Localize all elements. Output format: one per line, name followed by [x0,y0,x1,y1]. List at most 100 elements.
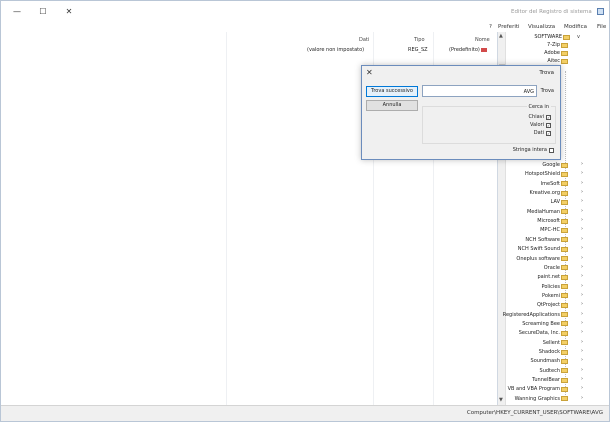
title-bar: ✕ ☐ — Editor del Registro di sistema [1,1,609,23]
value-name-default[interactable]: (Predefinito) [449,47,487,53]
folder-icon [561,181,568,187]
close-button[interactable]: ✕ [63,7,75,17]
cancel-button[interactable]: Annulla [366,100,418,111]
value-data: (valore non impostato) [307,47,365,53]
tree-item[interactable]: Microsoft [501,217,571,225]
chevron-right-icon[interactable]: › [581,395,583,401]
chevron-right-icon[interactable]: › [581,198,583,204]
chevron-right-icon[interactable]: › [581,208,583,214]
column-header-data[interactable]: Dati [359,37,369,43]
tree-item[interactable]: NCH Swift Sound [501,245,571,253]
chevron-right-icon[interactable]: › [581,264,583,270]
tree-item-label: RegisteredApplications [502,311,560,318]
tree-item-label: Screaming Bee [522,320,560,327]
tree-item-root[interactable]: SOFTWARE [521,33,573,41]
folder-icon [561,227,568,233]
keys-checkbox[interactable]: Chiavi ✓ [529,114,551,120]
chevron-right-icon[interactable]: › [581,301,583,307]
match-whole-checkbox[interactable]: Stringa intera [513,147,554,153]
chevron-right-icon[interactable]: › [581,339,583,345]
chevron-right-icon[interactable]: › [581,226,583,232]
chevron-right-icon[interactable]: › [581,292,583,298]
chevron-right-icon[interactable]: › [581,236,583,242]
values-checkbox[interactable]: Valori ✓ [530,122,551,128]
find-next-button[interactable]: Trova successivo [366,86,418,97]
tree-item[interactable]: QtProject [501,301,571,309]
chevron-right-icon[interactable]: › [581,376,583,382]
tree-item[interactable]: Kreative.org [501,189,571,197]
folder-icon [561,42,568,48]
data-checkbox[interactable]: Dati ✓ [534,130,551,136]
tree-item[interactable]: Aitec [521,57,571,65]
folder-icon [561,284,568,290]
chevron-right-icon[interactable]: › [581,245,583,251]
column-header-name[interactable]: Nome [475,37,490,43]
chevron-right-icon[interactable]: › [581,283,583,289]
chevron-right-icon[interactable]: › [581,329,583,335]
tree-item[interactable]: TunnelBear [501,376,571,384]
tree-item[interactable]: RegisteredApplications [501,311,571,319]
tree-item-label: Kreative.org [529,190,560,197]
chevron-right-icon[interactable]: › [581,385,583,391]
registry-app-icon [597,8,604,15]
minimize-button[interactable]: — [11,7,23,17]
tree-item[interactable]: MPC-HC [501,226,571,234]
tree-item[interactable]: Sudtech [501,367,571,375]
tree-item-label: paint.net [537,274,560,281]
tree-item[interactable]: Sellent [501,339,571,347]
tree-item[interactable]: Screaming Bee [501,320,571,328]
menu-favorites[interactable]: Preferiti [498,24,520,30]
menu-edit[interactable]: Modifica [564,24,587,30]
chevron-right-icon[interactable]: › [581,170,583,176]
tree-item[interactable]: Adobe [521,49,571,57]
folder-icon [561,330,568,336]
tree-item-label: HotspotShield [525,171,560,178]
tree-item[interactable]: Soundmash [501,357,571,365]
chevron-right-icon[interactable]: › [581,180,583,186]
tree-item-label: SOFTWARE [534,34,562,40]
tree-item[interactable]: 7-Zip [521,41,571,49]
tree-item[interactable]: Wanning Graphics [501,395,571,403]
tree-item[interactable]: Google [501,161,571,169]
folder-icon [561,302,568,308]
tree-item[interactable]: HotspotShield [501,170,571,178]
tree-item-label: ImeSoft [540,180,560,187]
chevron-right-icon[interactable]: › [581,273,583,279]
scroll-up-icon[interactable]: ▲ [499,33,503,39]
chevron-down-icon[interactable]: v [577,34,580,40]
menu-view[interactable]: Visualizza [528,24,555,30]
tree-item[interactable]: NCH Software [501,236,571,244]
tree-item[interactable]: Policies [501,283,571,291]
tree-item[interactable]: Oracle [501,264,571,272]
menu-help[interactable]: ? [489,24,492,30]
window-title: Editor del Registro di sistema [511,9,592,15]
tree-item[interactable]: MediaHuman [501,208,571,216]
tree-item[interactable]: ImeSoft [501,180,571,188]
chevron-right-icon[interactable]: › [581,367,583,373]
chevron-right-icon[interactable]: › [581,255,583,261]
tree-item-label: Oneplus software [516,255,560,262]
chevron-right-icon[interactable]: › [581,311,583,317]
tree-item-label: 7-Zip [547,42,560,48]
value-name-label: (Predefinito) [449,47,480,53]
tree-item[interactable]: Oneplus software [501,255,571,263]
close-icon[interactable]: ✕ [366,68,373,77]
find-input[interactable]: AVG [422,85,537,97]
match-whole-label: Stringa intera [512,147,547,153]
tree-item[interactable]: Pokemi [501,292,571,300]
tree-item[interactable]: VB and VBA Program [501,385,571,393]
chevron-right-icon[interactable]: › [581,189,583,195]
chevron-right-icon[interactable]: › [581,161,583,167]
tree-item[interactable]: LAV [501,198,571,206]
chevron-right-icon[interactable]: › [581,217,583,223]
tree-item[interactable]: SecureData, Inc. [501,329,571,337]
column-header-type[interactable]: Tipo [414,37,425,43]
tree-item[interactable]: paint.net [501,273,571,281]
menu-file[interactable]: File [597,24,606,30]
chevron-right-icon[interactable]: › [581,357,583,363]
chevron-right-icon[interactable]: › [581,348,583,354]
chevron-right-icon[interactable]: › [581,320,583,326]
maximize-button[interactable]: ☐ [37,7,49,17]
tree-item[interactable]: Shadock [501,348,571,356]
folder-icon [561,256,568,261]
